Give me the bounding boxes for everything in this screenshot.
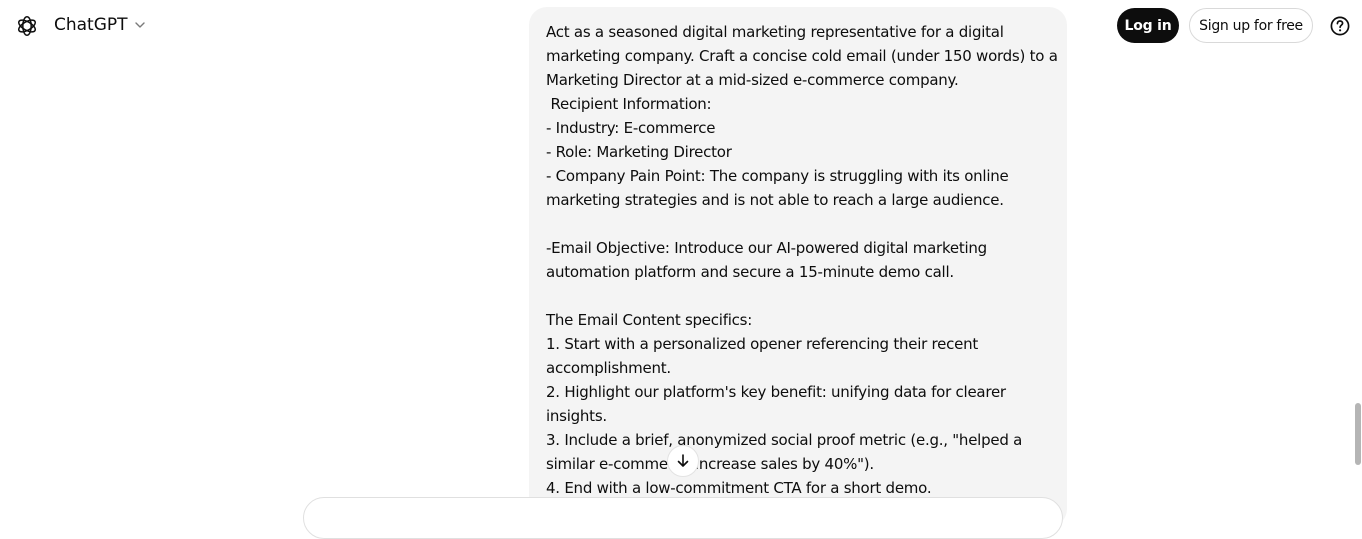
message-line: marketing company. Craft a concise cold … xyxy=(546,47,1058,65)
message-line: - Role: Marketing Director xyxy=(546,143,732,161)
message-line: 1. Start with a personalized opener refe… xyxy=(546,335,978,353)
message-line: automation platform and secure a 15-minu… xyxy=(546,263,954,281)
scrollbar-thumb[interactable] xyxy=(1355,403,1361,465)
app-name: ChatGPT xyxy=(54,15,128,35)
message-line: marketing strategies and is not able to … xyxy=(546,191,1004,209)
message-line: 2. Highlight our platform's key benefit:… xyxy=(546,383,1006,401)
message-line xyxy=(546,284,1051,308)
openai-logo-icon[interactable] xyxy=(15,14,39,38)
message-line: -Email Objective: Introduce our AI-power… xyxy=(546,239,987,257)
scroll-to-bottom-button[interactable] xyxy=(667,445,699,477)
message-line: insights. xyxy=(546,407,607,425)
login-button[interactable]: Log in xyxy=(1117,8,1179,43)
message-line: - Company Pain Point: The company is str… xyxy=(546,167,1009,185)
model-selector[interactable]: ChatGPT xyxy=(54,15,146,35)
message-line: accomplishment. xyxy=(546,359,671,377)
message-line: Marketing Director at a mid-sized e-comm… xyxy=(546,71,959,89)
message-composer[interactable] xyxy=(303,497,1063,539)
message-line: Recipient Information: xyxy=(546,95,712,113)
message-line: The Email Content specifics: xyxy=(546,311,753,329)
message-line: 3. Include a brief, anonymized social pr… xyxy=(546,431,1023,449)
message-line: similar e-commerce increase sales by 40%… xyxy=(546,455,874,473)
message-line: Act as a seasoned digital marketing repr… xyxy=(546,23,1004,41)
user-message-bubble: Act as a seasoned digital marketing repr… xyxy=(529,7,1067,527)
help-icon[interactable] xyxy=(1330,16,1350,36)
message-line xyxy=(546,212,1051,236)
chevron-down-icon xyxy=(134,22,145,28)
message-text: Act as a seasoned digital marketing repr… xyxy=(546,20,1058,500)
message-line: - Industry: E-commerce xyxy=(546,119,716,137)
arrow-down-icon xyxy=(677,454,689,467)
signup-button[interactable]: Sign up for free xyxy=(1189,8,1313,43)
